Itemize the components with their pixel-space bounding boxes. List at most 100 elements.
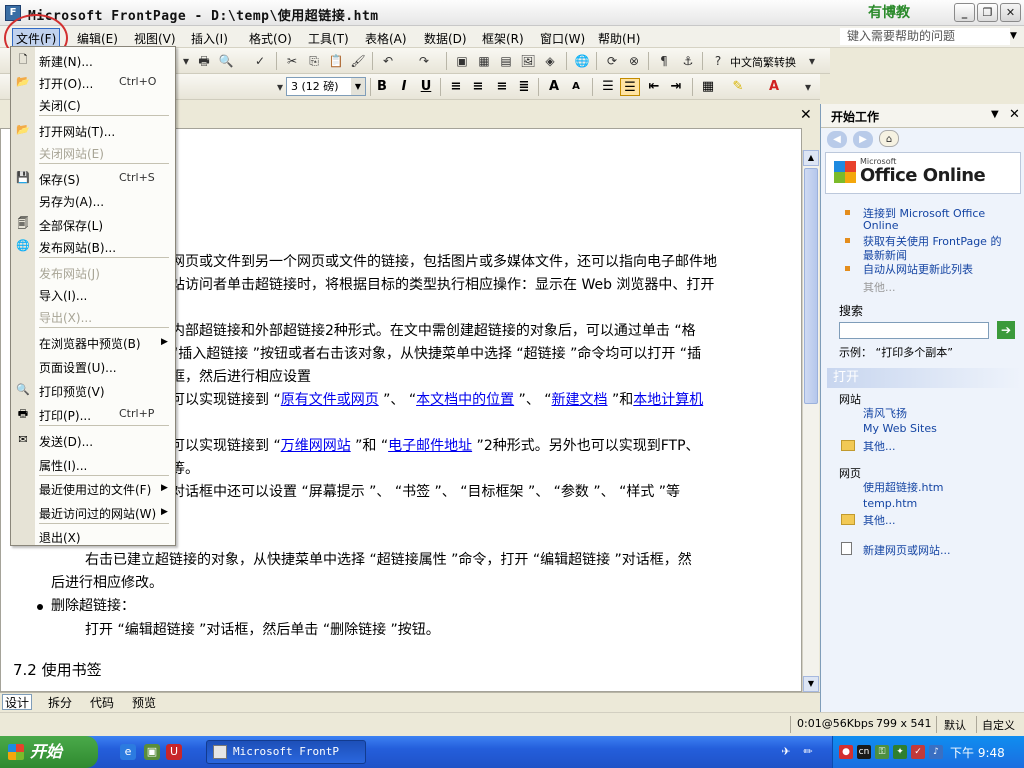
custom-mode[interactable]: 自定义 — [982, 717, 1015, 733]
menu-item-new[interactable]: 新建(N)... — [39, 53, 93, 70]
menu-window[interactable]: 窗口(W) — [537, 29, 588, 48]
close-window-button[interactable]: ✕ — [1000, 3, 1021, 22]
tray-security-icon[interactable]: ✓ — [911, 745, 925, 759]
show-all-icon[interactable]: ¶ — [656, 53, 672, 69]
link-more-1[interactable]: 其他... — [863, 279, 896, 295]
restore-button[interactable]: ❐ — [977, 3, 998, 22]
menu-item-save-as[interactable]: 另存为(A)... — [39, 193, 104, 210]
highlight-icon[interactable]: ✎ — [728, 78, 748, 96]
font-size-arrow-icon[interactable]: ▼ — [351, 78, 365, 95]
scroll-thumb[interactable] — [804, 168, 818, 404]
decrease-indent-icon[interactable]: ⇤ — [644, 78, 664, 96]
tab-split[interactable]: 拆分 — [46, 695, 74, 711]
task-pane-close-icon[interactable]: ✕ — [1009, 107, 1020, 122]
menu-table[interactable]: 表格(A) — [362, 29, 410, 48]
link-www-site[interactable]: 万维网网站 — [281, 438, 351, 454]
frontpage-app-icon[interactable]: F — [5, 5, 21, 21]
taskpane-search-input[interactable] — [839, 322, 989, 339]
refresh-icon[interactable]: ⟳ — [604, 53, 620, 69]
link-new-doc[interactable]: 新建文档 — [552, 392, 608, 408]
italic-button[interactable]: I — [394, 78, 414, 96]
chinese-convert-label[interactable]: 中文简繁转换 — [730, 54, 796, 70]
menu-item-open[interactable]: 打开(O)... — [39, 75, 93, 92]
tray-pen-icon[interactable]: ✏ — [800, 744, 816, 760]
borders-icon[interactable]: ▦ — [698, 78, 718, 96]
menu-item-publish[interactable]: 发布网站(B)... — [39, 239, 116, 256]
quicklaunch-app-icon[interactable]: U — [166, 744, 182, 760]
link-local-computer[interactable]: 本地计算机 — [633, 392, 703, 408]
link-new-page-or-site[interactable]: 新建网页或网站... — [863, 542, 951, 558]
menu-frames[interactable]: 框架(R) — [479, 29, 527, 48]
menu-item-import[interactable]: 导入(I)... — [39, 287, 87, 304]
menu-item-print[interactable]: 打印(P)... — [39, 407, 91, 424]
menu-item-recent-sites[interactable]: 最近访问过的网站(W) — [39, 505, 156, 522]
align-left-icon[interactable]: ≡ — [446, 78, 466, 96]
link-more-sites[interactable]: 其他... — [863, 438, 896, 454]
decrease-font-icon[interactable]: A — [566, 78, 586, 96]
drawing-icon[interactable]: ◈ — [542, 53, 558, 69]
link-page-2[interactable]: temp.htm — [863, 497, 917, 510]
menu-item-properties[interactable]: 属性(I)... — [39, 457, 87, 474]
justify-icon[interactable]: ≣ — [514, 78, 534, 96]
dropdown-arrow-icon[interactable]: ▾ — [178, 53, 194, 69]
insert-layer-icon[interactable]: ▤ — [498, 53, 514, 69]
minimize-button[interactable]: _ — [954, 3, 975, 22]
tab-preview[interactable]: 预览 — [130, 695, 158, 711]
font-size-select[interactable]: 3 (12 磅) ▼ — [286, 77, 366, 96]
link-page-1[interactable]: 使用超链接.htm — [863, 479, 944, 495]
page-size[interactable]: 799 x 541 — [876, 717, 932, 730]
forward-icon[interactable]: ▶ — [853, 131, 873, 148]
tray-cn-icon[interactable]: cn — [857, 745, 871, 759]
menu-item-print-preview[interactable]: 打印预览(V) — [39, 383, 105, 400]
undo-icon[interactable]: ↶ — [380, 53, 396, 69]
toolbar-options-icon[interactable]: ▾ — [800, 79, 816, 95]
close-document-icon[interactable]: ✕ — [800, 107, 812, 123]
help-icon[interactable]: ? — [710, 53, 726, 69]
tray-red-icon[interactable]: ● — [839, 745, 853, 759]
underline-button[interactable]: U — [416, 78, 436, 96]
tray-tool-icon[interactable]: ✈ — [778, 744, 794, 760]
numbering-icon[interactable]: ☰ — [598, 78, 618, 96]
home-icon[interactable]: ⌂ — [879, 130, 899, 147]
bullets-icon[interactable]: ☰ — [620, 78, 640, 96]
copy-icon[interactable]: ⎘ — [306, 53, 322, 69]
tray-app-icon[interactable]: ✦ — [893, 745, 907, 759]
menu-item-save-all[interactable]: 全部保存(L) — [39, 217, 103, 234]
align-center-icon[interactable]: ≡ — [468, 78, 488, 96]
print-icon[interactable]: 🖶 — [196, 53, 212, 69]
doc-mode[interactable]: 默认 — [944, 717, 966, 733]
ie-icon[interactable]: e — [120, 744, 136, 760]
link-more-pages[interactable]: 其他... — [863, 512, 896, 528]
menu-item-publish-2[interactable]: 发布网站(J) — [39, 265, 100, 282]
clock[interactable]: 下午 9:48 — [950, 744, 1005, 761]
paste-icon[interactable]: 📋 — [328, 53, 344, 69]
start-button[interactable]: 开始 — [0, 736, 98, 768]
help-dropdown-icon[interactable]: ▼ — [1010, 31, 1017, 41]
link-site-2[interactable]: My Web Sites — [863, 422, 937, 435]
bold-button[interactable]: B — [372, 78, 392, 96]
link-site-1[interactable]: 清风飞扬 — [863, 405, 907, 421]
increase-font-icon[interactable]: A — [544, 78, 564, 96]
tab-design[interactable]: 设计 — [2, 694, 33, 710]
menu-format[interactable]: 格式(O) — [246, 29, 295, 48]
menu-item-page-setup[interactable]: 页面设置(U)... — [39, 359, 117, 376]
scroll-up-icon[interactable]: ▲ — [803, 150, 819, 166]
menu-item-preview-browser[interactable]: 在浏览器中预览(B) — [39, 335, 141, 352]
link-place-in-doc[interactable]: 本文档中的位置 — [416, 392, 514, 408]
insert-picture-icon[interactable]: 🖼 — [520, 53, 536, 69]
insert-table-icon[interactable]: ▦ — [476, 53, 492, 69]
link-connect-office-online-2[interactable]: Online — [863, 219, 898, 232]
menu-help[interactable]: 帮助(H) — [595, 29, 643, 48]
anchor-icon[interactable]: ⚓ — [680, 53, 696, 69]
stop-icon[interactable]: ⊗ — [626, 53, 642, 69]
menu-item-export[interactable]: 导出(X)... — [39, 309, 92, 326]
font-color-icon[interactable]: A — [764, 78, 784, 96]
link-email-address[interactable]: 电子邮件地址 — [388, 438, 472, 454]
menu-item-close[interactable]: 关闭(C) — [39, 97, 81, 114]
menu-insert[interactable]: 插入(I) — [188, 29, 231, 48]
editor-vertical-scrollbar[interactable]: ▲ ▼ — [802, 150, 819, 692]
search-go-icon[interactable]: ➔ — [997, 321, 1015, 339]
format-painter-icon[interactable]: 🖌 — [350, 53, 366, 69]
menu-item-close-site[interactable]: 关闭网站(E) — [39, 145, 104, 162]
scroll-down-icon[interactable]: ▼ — [803, 676, 819, 692]
